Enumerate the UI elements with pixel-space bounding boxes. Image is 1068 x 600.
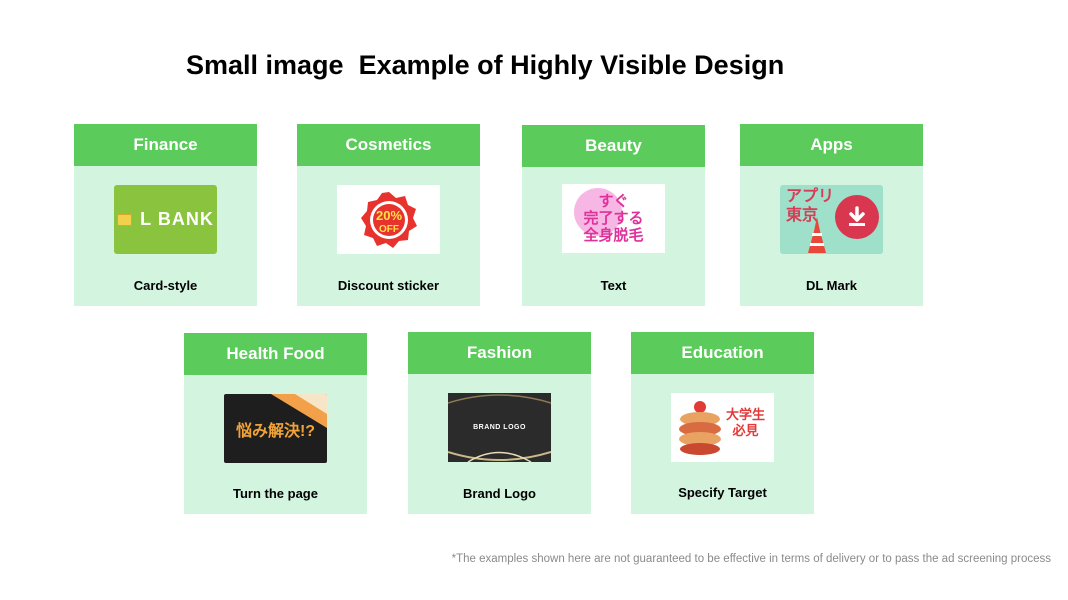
download-icon <box>835 195 879 239</box>
thumbnail-text: 悩み解決!? <box>235 422 316 440</box>
card-label: Card-style <box>133 278 198 293</box>
card-label: Specify Target <box>678 485 767 500</box>
tower-icon <box>808 217 826 253</box>
card-style-thumbnail: L BANK <box>114 185 217 254</box>
card-header: Cosmetics <box>297 124 480 166</box>
brand-logo-thumbnail: BRAND LOGO <box>448 393 551 462</box>
card-label: DL Mark <box>805 278 858 293</box>
card-header: Health Food <box>184 333 367 375</box>
category-card-finance: Finance L BANK Card-style <box>74 124 257 306</box>
discount-sticker-thumbnail: 20% OFF <box>337 185 440 254</box>
ornament-pattern <box>448 394 551 462</box>
thumbnail-text: 大学生 必見 <box>726 407 766 438</box>
category-card-fashion: Fashion BRAND LOGO Brand Logo <box>408 332 591 514</box>
page-title: Small image Example of Highly Visible De… <box>186 50 785 80</box>
card-label: Text <box>600 278 627 293</box>
card-label: Brand Logo <box>463 486 536 501</box>
text-thumbnail: すぐ 完了する 全身脱毛 <box>562 184 665 253</box>
category-card-education: Education 大学生 必見 Specify Target <box>631 332 814 514</box>
dl-mark-thumbnail: アプリ 東京 <box>780 185 883 254</box>
thumbnail-text: L BANK <box>140 209 214 229</box>
category-card-cosmetics: Cosmetics 20% OFF Discount sticker <box>297 124 480 306</box>
card-header: Fashion <box>408 332 591 374</box>
specify-target-thumbnail: 大学生 必見 <box>671 393 774 462</box>
disclaimer-footnote: *The examples shown here are not guarant… <box>451 553 1051 565</box>
category-card-beauty: Beauty すぐ 完了する 全身脱毛 Text <box>522 125 705 306</box>
card-label: Discount sticker <box>337 278 440 293</box>
thumbnail-text: すぐ 完了する 全身脱毛 <box>583 193 644 244</box>
svg-text:20%: 20% <box>375 208 401 223</box>
card-label: Turn the page <box>233 486 318 501</box>
card-header: Education <box>631 332 814 374</box>
card-header: Apps <box>740 124 923 166</box>
card-header: Finance <box>74 124 257 166</box>
category-card-apps: Apps アプリ 東京 DL Mark <box>740 124 923 306</box>
card-header: Beauty <box>522 125 705 167</box>
discount-badge-icon: 20% OFF <box>360 191 417 248</box>
pancake-icon <box>679 401 721 455</box>
svg-text:OFF: OFF <box>379 224 399 235</box>
category-card-health-food: Health Food 悩み解決!? Turn the page <box>184 333 367 514</box>
page-fold-shape <box>295 394 327 414</box>
chip-icon <box>117 213 133 226</box>
turn-page-thumbnail: 悩み解決!? <box>224 394 327 463</box>
